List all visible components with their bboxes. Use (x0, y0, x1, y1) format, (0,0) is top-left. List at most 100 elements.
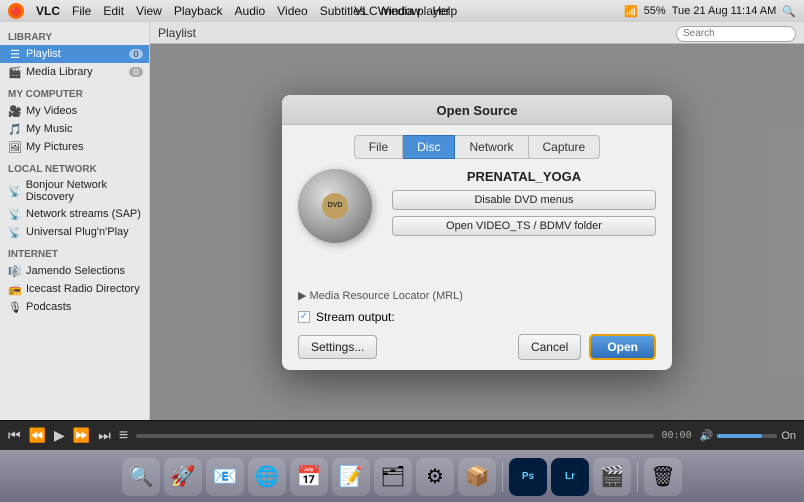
volume-icon[interactable]: 🔊 (700, 429, 714, 442)
volume-slider[interactable] (717, 434, 777, 438)
progress-bar[interactable] (136, 434, 653, 438)
play-button[interactable]: ▶ (54, 427, 65, 444)
open-source-dialog: Open Source File Disc Network Capture (282, 95, 672, 370)
open-video-ts-button[interactable]: Open VIDEO_TS / BDMV folder (392, 216, 656, 236)
dock-files[interactable]: 🗂 (374, 458, 412, 496)
sidebar-item-podcasts[interactable]: 🎙 Podcasts (0, 298, 149, 316)
search-input[interactable] (676, 26, 796, 42)
podcasts-icon: 🎙 (8, 300, 22, 314)
sidebar-item-music[interactable]: 🎵 My Music (0, 120, 149, 138)
media-library-badge: 0 (129, 67, 143, 77)
internet-section: INTERNET 🎼 Jamendo Selections 📻 Icecast … (0, 245, 149, 316)
tab-file[interactable]: File (354, 135, 403, 159)
dvd-label-text: DVD (328, 202, 343, 209)
dock-lightroom[interactable]: Lr (551, 458, 589, 496)
dock: 🔍 🚀 📧 🌐 📅 📝 🗂 ⚙ 📦 Ps Lr 🎬 🗑 (0, 450, 804, 502)
next-button[interactable]: ⏭ (98, 427, 111, 444)
previous-button[interactable]: ⏮ (8, 427, 21, 444)
sidebar-item-playlist[interactable]: ☰ Playlist 0 (0, 45, 149, 63)
playlist-title: Playlist (158, 26, 196, 40)
sidebar-item-media-library[interactable]: 🎬 Media Library 0 (0, 63, 149, 81)
tab-capture[interactable]: Capture (529, 135, 601, 159)
internet-header: INTERNET (0, 245, 149, 262)
fast-forward-button[interactable]: ⏩ (73, 427, 90, 444)
dialog-right: PRENATAL_YOGA Disable DVD menus Open VID… (392, 169, 656, 236)
open-button[interactable]: Open (589, 334, 656, 360)
wifi-icon: 📶 (624, 5, 638, 18)
dock-trash[interactable]: 🗑 (644, 458, 682, 496)
dialog-titlebar: Open Source (282, 95, 672, 125)
sidebar-item-videos[interactable]: 🎥 My Videos (0, 102, 149, 120)
cancel-button[interactable]: Cancel (518, 334, 581, 360)
dialog-body: File Disc Network Capture DVD (282, 125, 672, 370)
dock-safari[interactable]: 🌐 (248, 458, 286, 496)
local-network-header: LOCAL NETWORK (0, 160, 149, 177)
dock-separator-2 (637, 462, 638, 492)
sidebar-item-bonjour[interactable]: 📡 Bonjour Network Discovery (0, 177, 149, 205)
menu-view[interactable]: View (136, 4, 162, 18)
playlist-icon: ☰ (8, 47, 22, 61)
bonjour-icon: 📡 (8, 184, 22, 198)
settings-button[interactable]: Settings... (298, 335, 377, 359)
playlist-header-bar: Playlist (150, 22, 804, 44)
dialog-footer: Settings... Cancel Open (298, 334, 656, 360)
my-computer-header: MY COMPUTER (0, 85, 149, 102)
dock-vlc[interactable]: 🎬 (593, 458, 631, 496)
sidebar-playlist-label: Playlist (26, 48, 61, 60)
dock-launchpad[interactable]: 🚀 (164, 458, 202, 496)
sidebar-item-icecast[interactable]: 📻 Icecast Radio Directory (0, 280, 149, 298)
rewind-button[interactable]: ⏪ (29, 427, 46, 444)
menubar-right: 📶 55% Tue 21 Aug 11:14 AM 🔍 (624, 5, 796, 18)
media-library-icon: 🎬 (8, 65, 22, 79)
playlist-toggle-button[interactable]: ≡ (119, 427, 128, 445)
menu-playback[interactable]: Playback (174, 4, 223, 18)
sidebar-item-pictures[interactable]: 🖼 My Pictures (0, 138, 149, 156)
disc-title: PRENATAL_YOGA (392, 169, 656, 184)
menubar: 🔴 VLC File Edit View Playback Audio Vide… (0, 0, 804, 22)
datetime: Tue 21 Aug 11:14 AM (672, 5, 777, 17)
dvd-image: DVD (298, 169, 378, 249)
upnp-icon: 📡 (8, 225, 22, 239)
dock-finder[interactable]: 🔍 (122, 458, 160, 496)
mrl-label: ▶ Media Resource Locator (MRL) (298, 290, 463, 302)
menu-file[interactable]: File (72, 4, 91, 18)
bottom-toolbar: ⏮ ⏪ ▶ ⏩ ⏭ ≡ 00:00 🔊 On (0, 420, 804, 450)
sidebar-media-library-label: Media Library (26, 66, 93, 78)
time-display: 00:00 (662, 430, 692, 441)
menu-edit[interactable]: Edit (103, 4, 124, 18)
music-icon: 🎵 (8, 122, 22, 136)
sap-icon: 📡 (8, 207, 22, 221)
tab-network[interactable]: Network (455, 135, 528, 159)
tab-disc[interactable]: Disc (403, 135, 455, 159)
sidebar-item-sap[interactable]: 📡 Network streams (SAP) (0, 205, 149, 223)
dialog-tabs: File Disc Network Capture (298, 135, 656, 159)
disable-dvd-menus-button[interactable]: Disable DVD menus (392, 190, 656, 210)
menu-video[interactable]: Video (277, 4, 307, 18)
my-computer-section: MY COMPUTER 🎥 My Videos 🎵 My Music 🖼 My … (0, 85, 149, 156)
dock-system-prefs[interactable]: ⚙ (416, 458, 454, 496)
mrl-section[interactable]: ▶ Media Resource Locator (MRL) (298, 289, 656, 302)
dock-notes[interactable]: 📝 (332, 458, 370, 496)
battery-status: 55% (644, 5, 666, 17)
dock-mail[interactable]: 📧 (206, 458, 244, 496)
volume-level: On (781, 430, 796, 442)
stream-output-label: Stream output: (316, 310, 395, 324)
dock-photoshop[interactable]: Ps (509, 458, 547, 496)
dialog-content: DVD PRENATAL_YOGA Disable DVD menus Open… (298, 169, 656, 279)
dock-calendar[interactable]: 📅 (290, 458, 328, 496)
search-icon[interactable]: 🔍 (782, 5, 796, 18)
menu-vlc[interactable]: VLC (36, 4, 60, 18)
dialog-footer-right: Cancel Open (518, 334, 656, 360)
library-section: LIBRARY ☰ Playlist 0 🎬 Media Library 0 (0, 28, 149, 81)
sidebar-item-jamendo[interactable]: 🎼 Jamendo Selections (0, 262, 149, 280)
window-title: VLC media player (354, 4, 449, 18)
dock-app-store[interactable]: 📦 (458, 458, 496, 496)
vlc-logo-icon: 🔴 (8, 3, 24, 19)
menu-audio[interactable]: Audio (235, 4, 266, 18)
sidebar-item-upnp[interactable]: 📡 Universal Plug'n'Play (0, 223, 149, 241)
stream-section: ✓ Stream output: (298, 310, 656, 324)
stream-output-checkbox[interactable]: ✓ (298, 311, 310, 323)
dvd-label: DVD (322, 193, 348, 219)
playlist-badge: 0 (129, 49, 143, 59)
search-bar (676, 25, 796, 42)
